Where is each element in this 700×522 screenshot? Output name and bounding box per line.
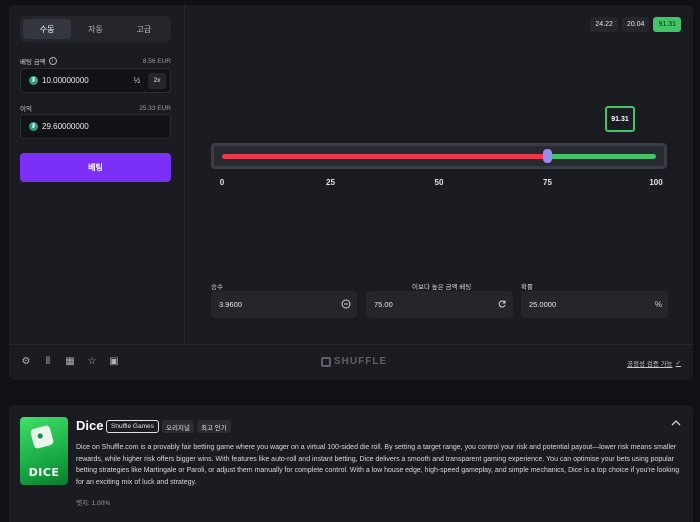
game-description: Dice on Shuffle.com is a provably fair b…	[76, 444, 680, 486]
multiplier-input[interactable]: 3.9600	[211, 291, 357, 318]
usdt-token-icon: ₮	[29, 122, 38, 131]
chart-icon[interactable]: ▦	[64, 355, 76, 367]
star-icon[interactable]: ☆	[86, 355, 98, 367]
roll-result-badge: 91.31	[605, 106, 635, 132]
tab-auto[interactable]: 자동	[71, 19, 119, 39]
tab-advanced[interactable]: 고급	[120, 19, 168, 39]
double-bet-button[interactable]: 2x	[148, 72, 166, 89]
scale-label: 50	[434, 178, 444, 187]
bet-amount-label: 베팅 금액	[20, 59, 46, 66]
roll-over-label: 이보다 높은 금액 베팅	[412, 284, 472, 291]
house-edge: 엣지: 1.00%	[76, 500, 111, 507]
roll-over-value[interactable]: 75.00	[374, 300, 497, 309]
popular-tag[interactable]: 최고 인기	[197, 420, 231, 433]
provider-tag[interactable]: Shuffle Games	[106, 420, 159, 433]
half-bet-button[interactable]: ½	[129, 76, 145, 85]
roll-over-input[interactable]: 75.00	[366, 291, 513, 318]
scale-label: 0	[219, 178, 225, 187]
game-footer: ⚙ ⦀ ▦ ☆ ▣ SHUFFLE 공정성 검증 가능 ✓	[9, 344, 693, 380]
scale-label: 75	[543, 178, 552, 187]
shuffle-logo-text: SHUFFLE	[334, 356, 388, 367]
bet-sidebar: 수동 자동 고급 베팅 금액 i 8.56 EUR ₮ 10.00000000 …	[9, 5, 185, 344]
history-chip-win[interactable]: 91.31	[653, 17, 681, 32]
percent-icon: %	[654, 300, 662, 309]
settings-icon[interactable]: ⚙	[20, 355, 32, 367]
scale-label: 100	[649, 178, 663, 187]
bet-amount-input[interactable]: ₮ 10.00000000 ½ 2x	[20, 68, 171, 93]
x-circle-icon[interactable]	[341, 299, 351, 311]
shuffle-logo: SHUFFLE	[321, 356, 387, 367]
stats-icon[interactable]: ⦀	[42, 355, 54, 367]
win-chance-label: 확률	[521, 284, 533, 291]
info-icon[interactable]: i	[48, 57, 57, 65]
bet-amount-converted: 8.56 EUR	[142, 57, 171, 65]
multiplier-value[interactable]: 3.9600	[219, 300, 341, 309]
game-title: Dice	[76, 418, 104, 433]
multiplier-label: 승수	[211, 284, 223, 291]
dice-game-panel: 수동 자동 고급 베팅 금액 i 8.56 EUR ₮ 10.00000000 …	[9, 5, 693, 380]
game-info-panel: DICE Dice Shuffle Games 오리지널 최고 인기 Dice …	[9, 405, 693, 522]
provably-fair-link[interactable]: 공정성 검증 가능 ✓	[627, 358, 681, 368]
bet-button[interactable]: 베팅	[20, 153, 171, 182]
roll-slider[interactable]	[211, 143, 667, 169]
profit-input[interactable]: ₮ 29.60000000	[20, 114, 171, 139]
scale-label: 25	[326, 178, 335, 187]
check-icon: ✓	[675, 360, 681, 367]
dice-thumbnail: DICE	[20, 417, 68, 485]
die-graphic	[29, 424, 55, 450]
slider-thumb[interactable]	[543, 149, 552, 163]
win-chance-value[interactable]: 25.0000	[529, 300, 655, 309]
briefcase-icon[interactable]: ▣	[108, 355, 120, 367]
profit-value: 29.60000000	[42, 122, 89, 131]
history-chip[interactable]: 24.22	[590, 17, 618, 32]
win-range-track	[547, 154, 656, 159]
win-chance-input[interactable]: 25.0000 %	[521, 291, 668, 318]
bet-amount-value[interactable]: 10.00000000	[42, 76, 129, 85]
lose-range-track	[222, 154, 548, 159]
recent-results: 24.22 20.04 91.31	[590, 17, 681, 32]
history-chip[interactable]: 20.04	[621, 17, 650, 32]
shuffle-logo-mark	[321, 356, 331, 367]
mode-tabs: 수동 자동 고급	[20, 16, 171, 42]
profit-label: 이익	[20, 106, 32, 113]
tab-manual[interactable]: 수동	[23, 19, 72, 39]
refresh-icon[interactable]	[497, 299, 507, 311]
bet-amount-label-row: 베팅 금액 i 8.56 EUR	[20, 56, 171, 66]
footer-icons: ⚙ ⦀ ▦ ☆ ▣	[20, 355, 120, 367]
profit-converted: 25.33 EUR	[139, 104, 171, 112]
original-tag[interactable]: 오리지널	[162, 420, 194, 433]
thumbnail-text: DICE	[28, 466, 60, 479]
chevron-up-icon[interactable]	[671, 419, 681, 429]
usdt-token-icon: ₮	[29, 76, 38, 85]
profit-label-row: 이익 25.33 EUR	[20, 103, 171, 114]
fairness-link-label[interactable]: 공정성 검증 가능	[627, 358, 672, 368]
